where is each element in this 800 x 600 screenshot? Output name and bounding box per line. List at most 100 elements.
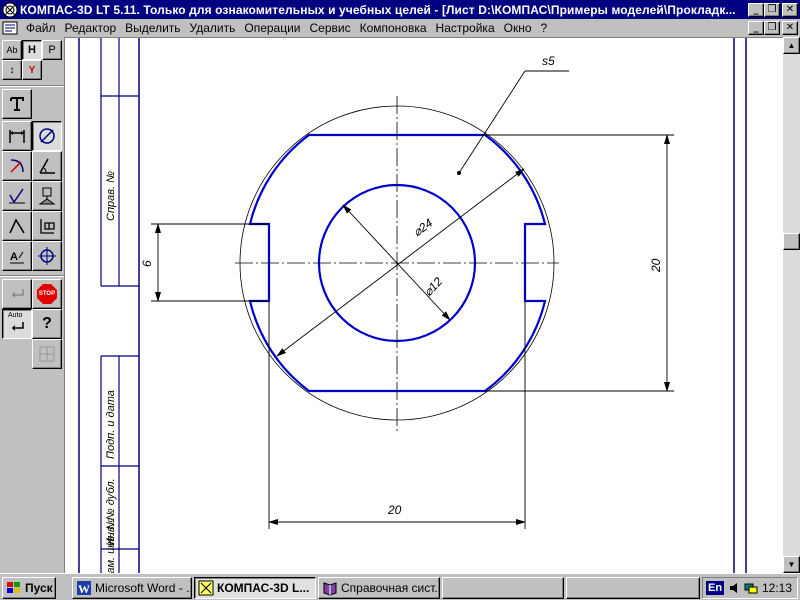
scroll-thumb[interactable] bbox=[783, 233, 800, 250]
task-word-label: Microsoft Word - ... bbox=[95, 581, 192, 595]
svg-text:A: A bbox=[10, 251, 18, 263]
menu-layout[interactable]: Компоновка bbox=[356, 21, 432, 35]
minimize-button[interactable]: _ bbox=[748, 2, 764, 17]
auto-create-button[interactable]: Auto bbox=[2, 309, 32, 339]
menu-select[interactable]: Выделить bbox=[121, 21, 185, 35]
diameter-tool-icon bbox=[39, 128, 55, 144]
snap-button[interactable]: ↕ bbox=[2, 60, 22, 80]
drawing-canvas[interactable]: Справ. № Подп. и дата Инв. № дубл. Взам.… bbox=[64, 37, 783, 573]
doc-restore-button[interactable]: ❐ bbox=[764, 21, 780, 35]
inner-diameter-label: ⌀12 bbox=[421, 274, 445, 299]
auto-label: Auto bbox=[8, 312, 23, 319]
help-button[interactable]: ? bbox=[32, 309, 62, 339]
kompas-app-icon[interactable] bbox=[2, 2, 18, 18]
leader-tool-button[interactable] bbox=[2, 211, 32, 241]
geometry-mode-button[interactable]: H bbox=[22, 40, 42, 60]
axis-label: Y bbox=[28, 64, 36, 76]
angle-tool-button[interactable] bbox=[32, 151, 62, 181]
menu-help[interactable]: ? bbox=[537, 21, 553, 35]
dimension-tool-icon bbox=[9, 130, 25, 143]
drawing-frame bbox=[78, 38, 747, 573]
title-bar: КОМПАС-3D LT 5.11. Только для ознакомите… bbox=[0, 0, 800, 19]
center-mark-tool-icon bbox=[38, 247, 56, 265]
geometry-mode-label: H bbox=[28, 44, 36, 56]
speaker-icon[interactable] bbox=[728, 581, 742, 595]
network-icon[interactable] bbox=[744, 581, 758, 595]
system-tray: En 12:13 bbox=[702, 577, 798, 599]
p-mode-label: P bbox=[48, 44, 56, 56]
task-empty-2[interactable] bbox=[566, 577, 700, 599]
text-tool-icon bbox=[10, 97, 24, 111]
stop-label: STOP bbox=[38, 291, 56, 297]
task-word[interactable]: W Microsoft Word - ... bbox=[72, 577, 192, 599]
start-label: Пуск bbox=[25, 581, 53, 595]
tolerance-tool-button[interactable] bbox=[32, 211, 62, 241]
menu-window[interactable]: Окно bbox=[500, 21, 537, 35]
grid-icon bbox=[39, 346, 55, 362]
help-book-icon bbox=[323, 582, 337, 596]
axis-button[interactable]: Y bbox=[22, 60, 42, 80]
dimension-tool-button[interactable] bbox=[2, 121, 32, 151]
enter-icon bbox=[12, 289, 24, 298]
auto-icon bbox=[12, 322, 24, 331]
radius-tool-icon bbox=[10, 159, 24, 173]
base-tool-button[interactable] bbox=[32, 181, 62, 211]
snap-label: ↕ bbox=[9, 64, 15, 76]
task-kompas-label: КОМПАС-3D L... bbox=[217, 581, 310, 595]
menu-editor[interactable]: Редактор bbox=[61, 21, 122, 35]
task-empty-1[interactable] bbox=[442, 577, 564, 599]
base-tool-icon bbox=[38, 187, 56, 205]
restore-button[interactable]: ❐ bbox=[764, 2, 780, 17]
leader-dot bbox=[457, 171, 461, 175]
grid-button[interactable] bbox=[32, 339, 62, 369]
slot-dimension-label: 6 bbox=[140, 260, 154, 267]
kompas-task-icon bbox=[198, 580, 214, 596]
doc-minimize-button[interactable]: _ bbox=[748, 21, 764, 35]
menu-settings[interactable]: Настройка bbox=[432, 21, 500, 35]
center-mark-tool-button[interactable] bbox=[32, 241, 62, 271]
drawing-svg[interactable]: Справ. № Подп. и дата Инв. № дубл. Взам.… bbox=[65, 38, 783, 573]
angle-tool-icon bbox=[39, 158, 55, 174]
tolerance-tool-icon bbox=[40, 219, 55, 234]
task-kompas[interactable]: КОМПАС-3D L... bbox=[194, 577, 316, 599]
dimension-lines bbox=[151, 70, 674, 529]
text-tool-button[interactable] bbox=[2, 89, 32, 119]
menu-bar: Файл Редактор Выделить Удалить Операции … bbox=[0, 19, 800, 37]
help-label: ? bbox=[42, 315, 52, 332]
height-dimension-label: 20 bbox=[649, 258, 663, 273]
position-tool-button[interactable]: A bbox=[2, 241, 32, 271]
outer-diameter-label: ⌀24 bbox=[410, 216, 435, 240]
radius-tool-button[interactable] bbox=[2, 151, 32, 181]
start-button[interactable]: Пуск bbox=[2, 577, 56, 599]
menu-file[interactable]: Файл bbox=[22, 21, 61, 35]
p-mode-button[interactable]: P bbox=[42, 40, 62, 60]
doc-close-button[interactable]: ✕ bbox=[782, 21, 798, 35]
close-button[interactable]: ✕ bbox=[782, 2, 798, 17]
task-help-label: Справочная сист... bbox=[341, 581, 440, 595]
width-dimension-label: 20 bbox=[387, 503, 402, 517]
menu-delete[interactable]: Удалить bbox=[186, 21, 241, 35]
taskbar: Пуск W Microsoft Word - ... КОМПАС-3D L.… bbox=[0, 573, 800, 600]
diameter-tool-button[interactable] bbox=[32, 121, 62, 151]
windows-logo-icon bbox=[7, 582, 20, 593]
text-size-label: Ab bbox=[6, 45, 18, 55]
frame-label-ref: Справ. № bbox=[105, 171, 117, 221]
document-icon[interactable] bbox=[2, 21, 18, 35]
scroll-down-button[interactable]: ▼ bbox=[783, 556, 800, 573]
menu-service[interactable]: Сервис bbox=[306, 21, 356, 35]
leader-tool-icon bbox=[9, 218, 25, 234]
clock[interactable]: 12:13 bbox=[762, 581, 792, 595]
left-toolbar: Ab H P ↕ Y A STOP Auto ? bbox=[0, 37, 64, 573]
frame-label-inv: Взам. инв. № bbox=[105, 518, 117, 573]
enter-button[interactable] bbox=[2, 279, 32, 309]
toolbar-separator-2 bbox=[0, 275, 64, 277]
task-help[interactable]: Справочная сист... bbox=[318, 577, 440, 599]
stop-button[interactable]: STOP bbox=[32, 279, 62, 309]
language-indicator[interactable]: En bbox=[706, 581, 725, 595]
vertical-scrollbar[interactable]: ▲ ▼ bbox=[783, 37, 800, 573]
roughness-tool-icon bbox=[9, 188, 25, 204]
roughness-tool-button[interactable] bbox=[2, 181, 32, 211]
menu-operations[interactable]: Операции bbox=[240, 21, 305, 35]
scroll-up-button[interactable]: ▲ bbox=[783, 37, 800, 54]
text-size-button[interactable]: Ab bbox=[2, 40, 22, 60]
